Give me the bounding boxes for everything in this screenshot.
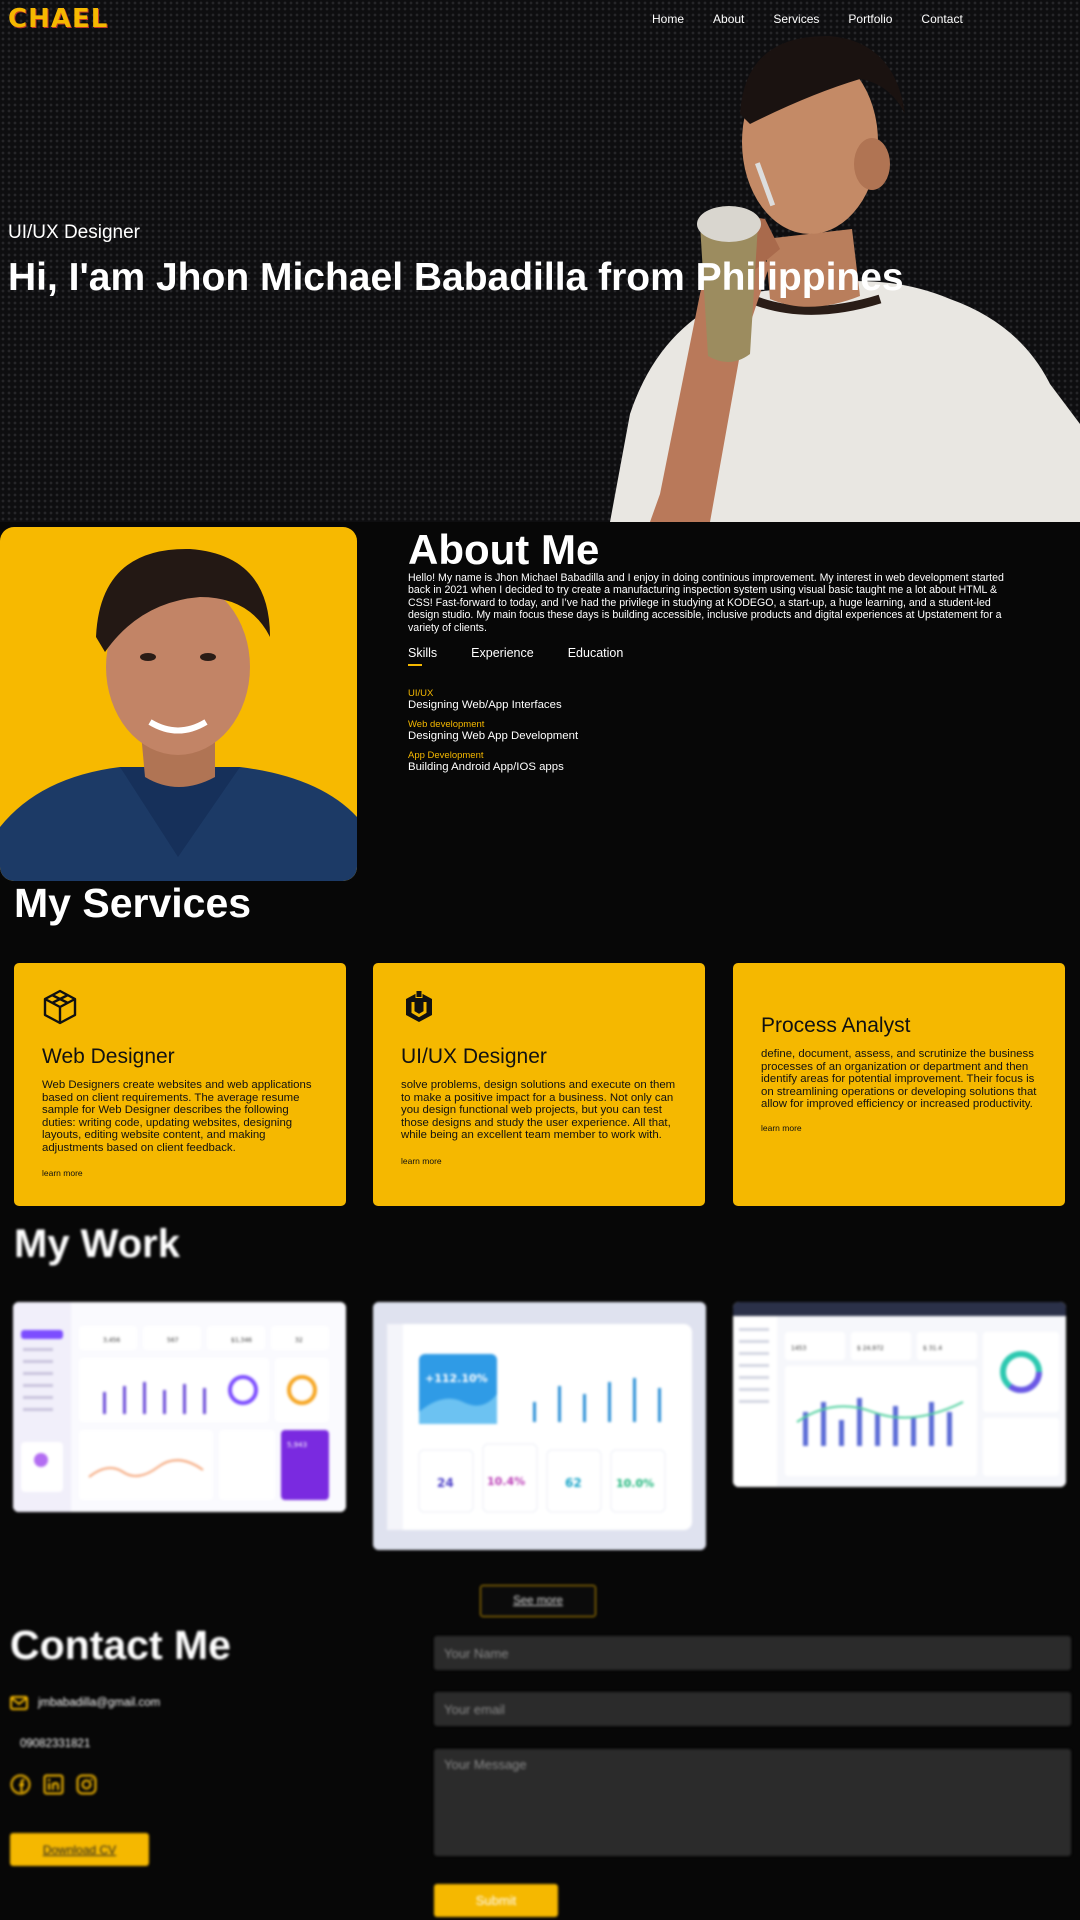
skill-category: App Development	[408, 750, 484, 761]
instagram-icon[interactable]	[76, 1774, 97, 1795]
download-cv-button[interactable]: Download CV	[10, 1833, 149, 1866]
service-card-web-designer: Web Designer Web Designers create websit…	[14, 963, 346, 1206]
analytics-preview-image: +112.10% 24 10.4% 62 10.0%	[373, 1302, 706, 1550]
tab-skills[interactable]: Skills	[408, 646, 437, 666]
contact-phone: 09082331821	[20, 1738, 91, 1750]
about-tabs: Skills Experience Education	[408, 646, 657, 666]
tab-education[interactable]: Education	[568, 646, 624, 666]
dashboard-preview-image: 3,456 567 $1,346 32 5,943	[13, 1302, 346, 1512]
hero-metric: +112.10%	[425, 1372, 488, 1385]
skill-category: Web development	[408, 719, 485, 730]
mail-icon	[10, 1696, 28, 1710]
submit-button[interactable]: Submit	[434, 1884, 558, 1917]
message-input[interactable]	[434, 1749, 1071, 1856]
contact-email: jmbabadilla@gmail.com	[10, 1696, 160, 1710]
stat-value: $1,346	[231, 1337, 252, 1344]
skill-category: UI/UX	[408, 688, 434, 699]
service-card-process-analyst: Process Analyst define, document, assess…	[733, 963, 1065, 1206]
about-title: About Me	[408, 526, 600, 573]
skill-desc: Building Android App/IOS apps	[408, 761, 564, 773]
skills-list: UI/UX Designing Web/App Interfaces Web d…	[408, 688, 578, 781]
name-input[interactable]	[434, 1636, 1071, 1670]
skill-item: App Development Building Android App/IOS…	[408, 750, 578, 774]
work-title: My Work	[14, 1222, 180, 1266]
service-card-text: Web Designers create websites and web ap…	[42, 1079, 312, 1154]
stat-value: 1453	[791, 1345, 806, 1352]
service-card-title: UI/UX Designer	[401, 1045, 547, 1068]
learn-more-link[interactable]: learn more	[761, 1123, 802, 1133]
learn-more-link[interactable]: learn more	[401, 1156, 442, 1166]
portfolio-shot-dashboard-1[interactable]: 3,456 567 $1,346 32 5,943	[13, 1302, 346, 1512]
stat-value: $ 31.4	[923, 1345, 942, 1352]
social-links	[10, 1774, 97, 1795]
linkedin-icon[interactable]	[43, 1774, 64, 1795]
contact-title: Contact Me	[10, 1622, 231, 1668]
facebook-icon[interactable]	[10, 1774, 31, 1795]
stat-value: 10.0%	[616, 1477, 654, 1490]
skill-item: Web development Designing Web App Develo…	[408, 719, 578, 743]
service-card-text: define, document, assess, and scrutinize…	[761, 1048, 1037, 1110]
skill-item: UI/UX Designing Web/App Interfaces	[408, 688, 578, 712]
hero-title: Hi, I'am Jhon Michael Babadilla from Phi…	[8, 256, 904, 299]
services-title: My Services	[14, 880, 252, 926]
about-text: Hello! My name is Jhon Michael Babadilla…	[408, 572, 1004, 634]
portfolio-shot-dashboard-3[interactable]: 1453 $ 24,972 $ 31.4	[733, 1302, 1066, 1487]
see-more-button[interactable]: See more	[480, 1585, 596, 1617]
stat-value: $ 24,972	[857, 1345, 884, 1352]
skill-desc: Designing Web App Development	[408, 730, 579, 742]
portfolio-shot-dashboard-2[interactable]: +112.10% 24 10.4% 62 10.0%	[373, 1302, 706, 1550]
promo-value: 5,943	[287, 1441, 307, 1449]
stat-value: 62	[565, 1476, 582, 1490]
service-card-uiux-designer: UI/UX Designer solve problems, design so…	[373, 963, 705, 1206]
service-card-text: solve problems, design solutions and exe…	[401, 1079, 676, 1141]
email-text[interactable]: jmbabadilla@gmail.com	[38, 1697, 160, 1709]
box-logo-icon	[406, 989, 432, 1022]
email-input[interactable]	[434, 1692, 1071, 1726]
tab-experience[interactable]: Experience	[471, 646, 534, 666]
skill-desc: Designing Web/App Interfaces	[408, 699, 562, 711]
cube-outline-icon	[43, 989, 77, 1025]
stat-value: 10.4%	[487, 1475, 525, 1488]
brand-logo[interactable]: CHAEL	[8, 4, 108, 34]
hero-section: CHAEL Home About Services Portfolio Cont…	[0, 0, 1080, 522]
stat-value: 567	[167, 1337, 179, 1344]
about-portrait-image	[0, 548, 357, 881]
hero-subtitle: UI/UX Designer	[8, 222, 140, 243]
about-portrait	[0, 527, 357, 881]
stat-value: 32	[295, 1337, 303, 1344]
service-card-title: Process Analyst	[761, 1014, 911, 1037]
learn-more-link[interactable]: learn more	[42, 1168, 83, 1178]
stat-value: 3,456	[103, 1337, 120, 1344]
sales-preview-image: 1453 $ 24,972 $ 31.4	[733, 1302, 1066, 1487]
service-card-title: Web Designer	[42, 1045, 175, 1068]
stat-value: 24	[437, 1476, 454, 1490]
